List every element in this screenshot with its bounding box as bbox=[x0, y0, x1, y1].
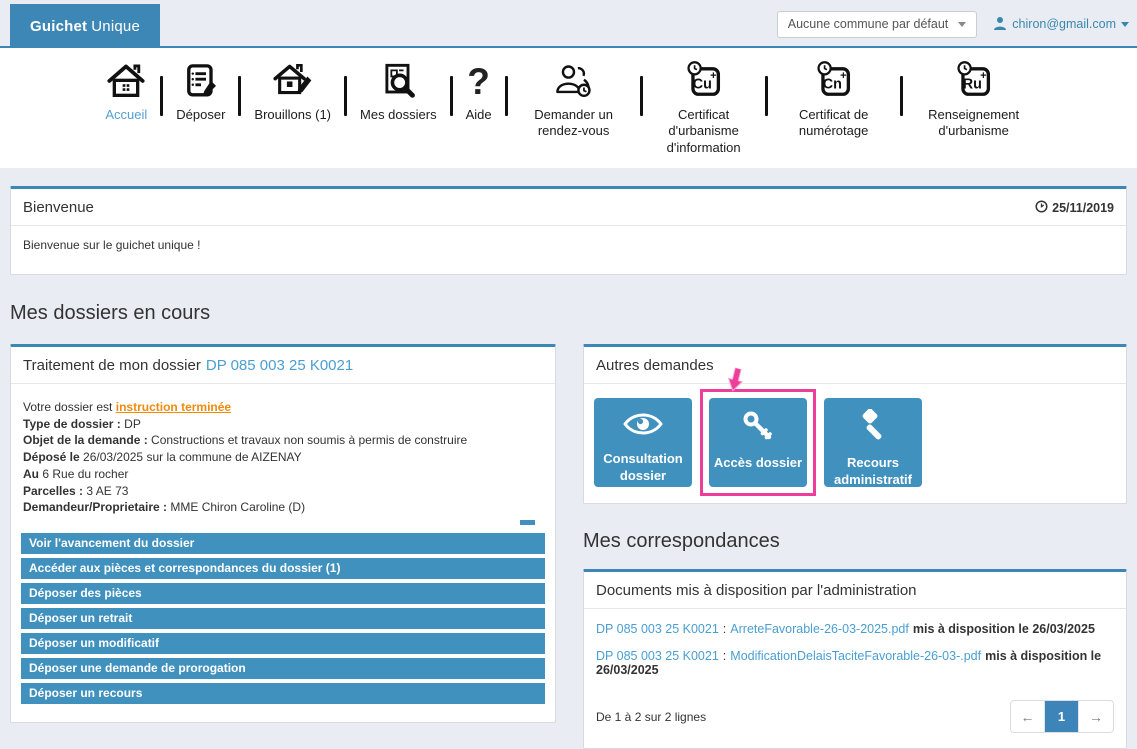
nav-label: Demander un rendez-vous bbox=[521, 107, 627, 140]
clock-icon bbox=[1035, 200, 1048, 216]
drafts-house-pencil-icon bbox=[273, 60, 313, 102]
svg-text:+: + bbox=[840, 70, 846, 82]
action-deposer-retrait[interactable]: Déposer un retrait bbox=[21, 608, 545, 629]
logo-text-bold: Guichet bbox=[30, 18, 87, 35]
svg-text:Ru: Ru bbox=[962, 77, 981, 93]
pagination-next-button[interactable]: → bbox=[1079, 701, 1113, 732]
dossier-field: Type de dossier : DP bbox=[23, 416, 543, 433]
autres-demandes-title: Autres demandes bbox=[596, 357, 714, 374]
welcome-title: Bienvenue bbox=[23, 199, 94, 216]
section-title-dossiers: Mes dossiers en cours bbox=[10, 302, 1127, 325]
nav-label: Aide bbox=[466, 107, 492, 123]
dossier-reference-link[interactable]: DP 085 003 25 K0021 bbox=[596, 622, 719, 636]
chevron-down-icon bbox=[1121, 22, 1129, 27]
dossier-field: Objet de la demande : Constructions et t… bbox=[23, 432, 543, 449]
nav-label: Certificat de numérotage bbox=[781, 107, 887, 140]
dossier-title-prefix: Traitement de mon dossier bbox=[23, 357, 201, 374]
consultation-dossier-button[interactable]: Consultation dossier bbox=[594, 398, 692, 487]
document-row: DP 085 003 25 K0021:ArreteFavorable-26-0… bbox=[596, 622, 1114, 636]
nav-item-accueil[interactable]: Accueil bbox=[92, 60, 160, 123]
svg-text:+: + bbox=[710, 70, 716, 82]
gavel-icon bbox=[856, 409, 890, 448]
dossier-panel: Traitement de mon dossier DP 085 003 25 … bbox=[10, 344, 556, 723]
autres-demandes-panel: Autres demandes Consult bbox=[583, 344, 1127, 504]
main-nav: Accueil Déposer Brouillon bbox=[0, 48, 1137, 168]
nav-label: Déposer bbox=[176, 107, 225, 123]
action-acceder-pieces[interactable]: Accéder aux pièces et correspondances du… bbox=[21, 558, 545, 579]
nav-item-mes-dossiers[interactable]: Mes dossiers bbox=[347, 60, 450, 123]
collapse-panel-button[interactable] bbox=[520, 520, 535, 525]
nav-item-deposer[interactable]: Déposer bbox=[163, 60, 238, 123]
tile-label: Consultation dossier bbox=[594, 451, 692, 485]
pagination: ← 1 → bbox=[1010, 700, 1114, 733]
user-email: chiron@gmail.com bbox=[1012, 17, 1116, 31]
key-icon bbox=[741, 409, 775, 448]
help-icon: ? bbox=[467, 60, 490, 102]
acces-dossier-button[interactable]: Accès dossier bbox=[709, 398, 807, 487]
action-deposer-modificatif[interactable]: Déposer un modificatif bbox=[21, 633, 545, 654]
nav-item-brouillons[interactable]: Brouillons (1) bbox=[241, 60, 344, 123]
highlight-annotation: Accès dossier bbox=[709, 398, 807, 487]
home-icon bbox=[106, 60, 146, 102]
svg-text:Cn: Cn bbox=[822, 77, 841, 93]
dossier-reference-link[interactable]: DP 085 003 25 K0021 bbox=[596, 649, 719, 663]
recours-administratif-button[interactable]: Recours administratif bbox=[824, 398, 922, 487]
app-logo[interactable]: Guichet Unique bbox=[10, 4, 160, 48]
nav-label: Certificat d'urbanisme d'information bbox=[656, 107, 752, 156]
nav-item-certificat-urbanisme[interactable]: Cu + Certificat d'urbanisme d'informatio… bbox=[643, 60, 765, 156]
action-deposer-pieces[interactable]: Déposer des pièces bbox=[21, 583, 545, 604]
user-menu[interactable]: chiron@gmail.com bbox=[993, 16, 1129, 33]
dossier-field: Au 6 Rue du rocher bbox=[23, 466, 543, 483]
action-voir-avancement[interactable]: Voir l'avancement du dossier bbox=[21, 533, 545, 554]
ru-badge-icon: Ru + bbox=[953, 60, 995, 102]
cu-badge-icon: Cu + bbox=[683, 60, 725, 102]
dossier-field: Parcelles : 3 AE 73 bbox=[23, 483, 543, 500]
eye-icon bbox=[622, 409, 664, 444]
section-title-correspondances: Mes correspondances bbox=[583, 530, 1127, 553]
document-file-link[interactable]: ArreteFavorable-26-03-2025.pdf bbox=[730, 622, 909, 636]
nav-item-certificat-numerotage[interactable]: Cn + Certificat de numérotage bbox=[768, 60, 900, 140]
nav-label: Accueil bbox=[105, 107, 147, 123]
tile-label: Recours administratif bbox=[824, 455, 922, 489]
nav-item-rendez-vous[interactable]: Demander un rendez-vous bbox=[508, 60, 640, 140]
pagination-prev-button[interactable]: ← bbox=[1011, 701, 1045, 732]
pagination-summary: De 1 à 2 sur 2 lignes bbox=[596, 710, 706, 724]
commune-select-value: Aucune commune par défaut bbox=[788, 17, 949, 31]
correspondances-panel-title: Documents mis à disposition par l'admini… bbox=[596, 582, 917, 599]
dossier-reference-link[interactable]: DP 085 003 25 K0021 bbox=[206, 357, 353, 374]
document-search-icon bbox=[378, 60, 418, 102]
correspondances-panel: Documents mis à disposition par l'admini… bbox=[583, 569, 1127, 749]
nav-label: Renseignement d'urbanisme bbox=[916, 107, 1032, 140]
dossier-status-link[interactable]: instruction terminée bbox=[116, 400, 231, 414]
svg-text:+: + bbox=[980, 70, 986, 82]
logo-text-regular: Unique bbox=[91, 18, 140, 35]
welcome-panel: Bienvenue 25/11/2019 Bienvenue sur le gu… bbox=[10, 186, 1127, 275]
cn-badge-icon: Cn + bbox=[813, 60, 855, 102]
dossier-field: Demandeur/Proprietaire : MME Chiron Caro… bbox=[23, 499, 543, 516]
svg-text:Cu: Cu bbox=[692, 77, 711, 93]
appointment-people-clock-icon bbox=[553, 60, 595, 102]
nav-label: Brouillons (1) bbox=[254, 107, 331, 123]
user-icon bbox=[993, 16, 1007, 33]
tile-label: Accès dossier bbox=[714, 455, 802, 472]
pagination-page-1[interactable]: 1 bbox=[1045, 701, 1079, 732]
chevron-down-icon bbox=[958, 22, 966, 27]
document-row: DP 085 003 25 K0021:ModificationDelaisTa… bbox=[596, 649, 1114, 677]
document-file-link[interactable]: ModificationDelaisTaciteFavorable-26-03-… bbox=[730, 649, 981, 663]
nav-label: Mes dossiers bbox=[360, 107, 437, 123]
dossier-field: Déposé le 26/03/2025 sur la commune de A… bbox=[23, 449, 543, 466]
welcome-message: Bienvenue sur le guichet unique ! bbox=[11, 226, 1126, 274]
top-bar: Guichet Unique Aucune commune par défaut… bbox=[0, 0, 1137, 48]
dossier-status-line: Votre dossier est instruction terminée bbox=[23, 399, 543, 416]
deposit-form-icon bbox=[181, 60, 221, 102]
nav-item-aide[interactable]: ? Aide bbox=[453, 60, 505, 123]
nav-item-renseignement-urbanisme[interactable]: Ru + Renseignement d'urbanisme bbox=[903, 60, 1045, 140]
action-demande-prorogation[interactable]: Déposer une demande de prorogation bbox=[21, 658, 545, 679]
welcome-date: 25/11/2019 bbox=[1035, 200, 1114, 216]
commune-select[interactable]: Aucune commune par défaut bbox=[777, 11, 978, 38]
